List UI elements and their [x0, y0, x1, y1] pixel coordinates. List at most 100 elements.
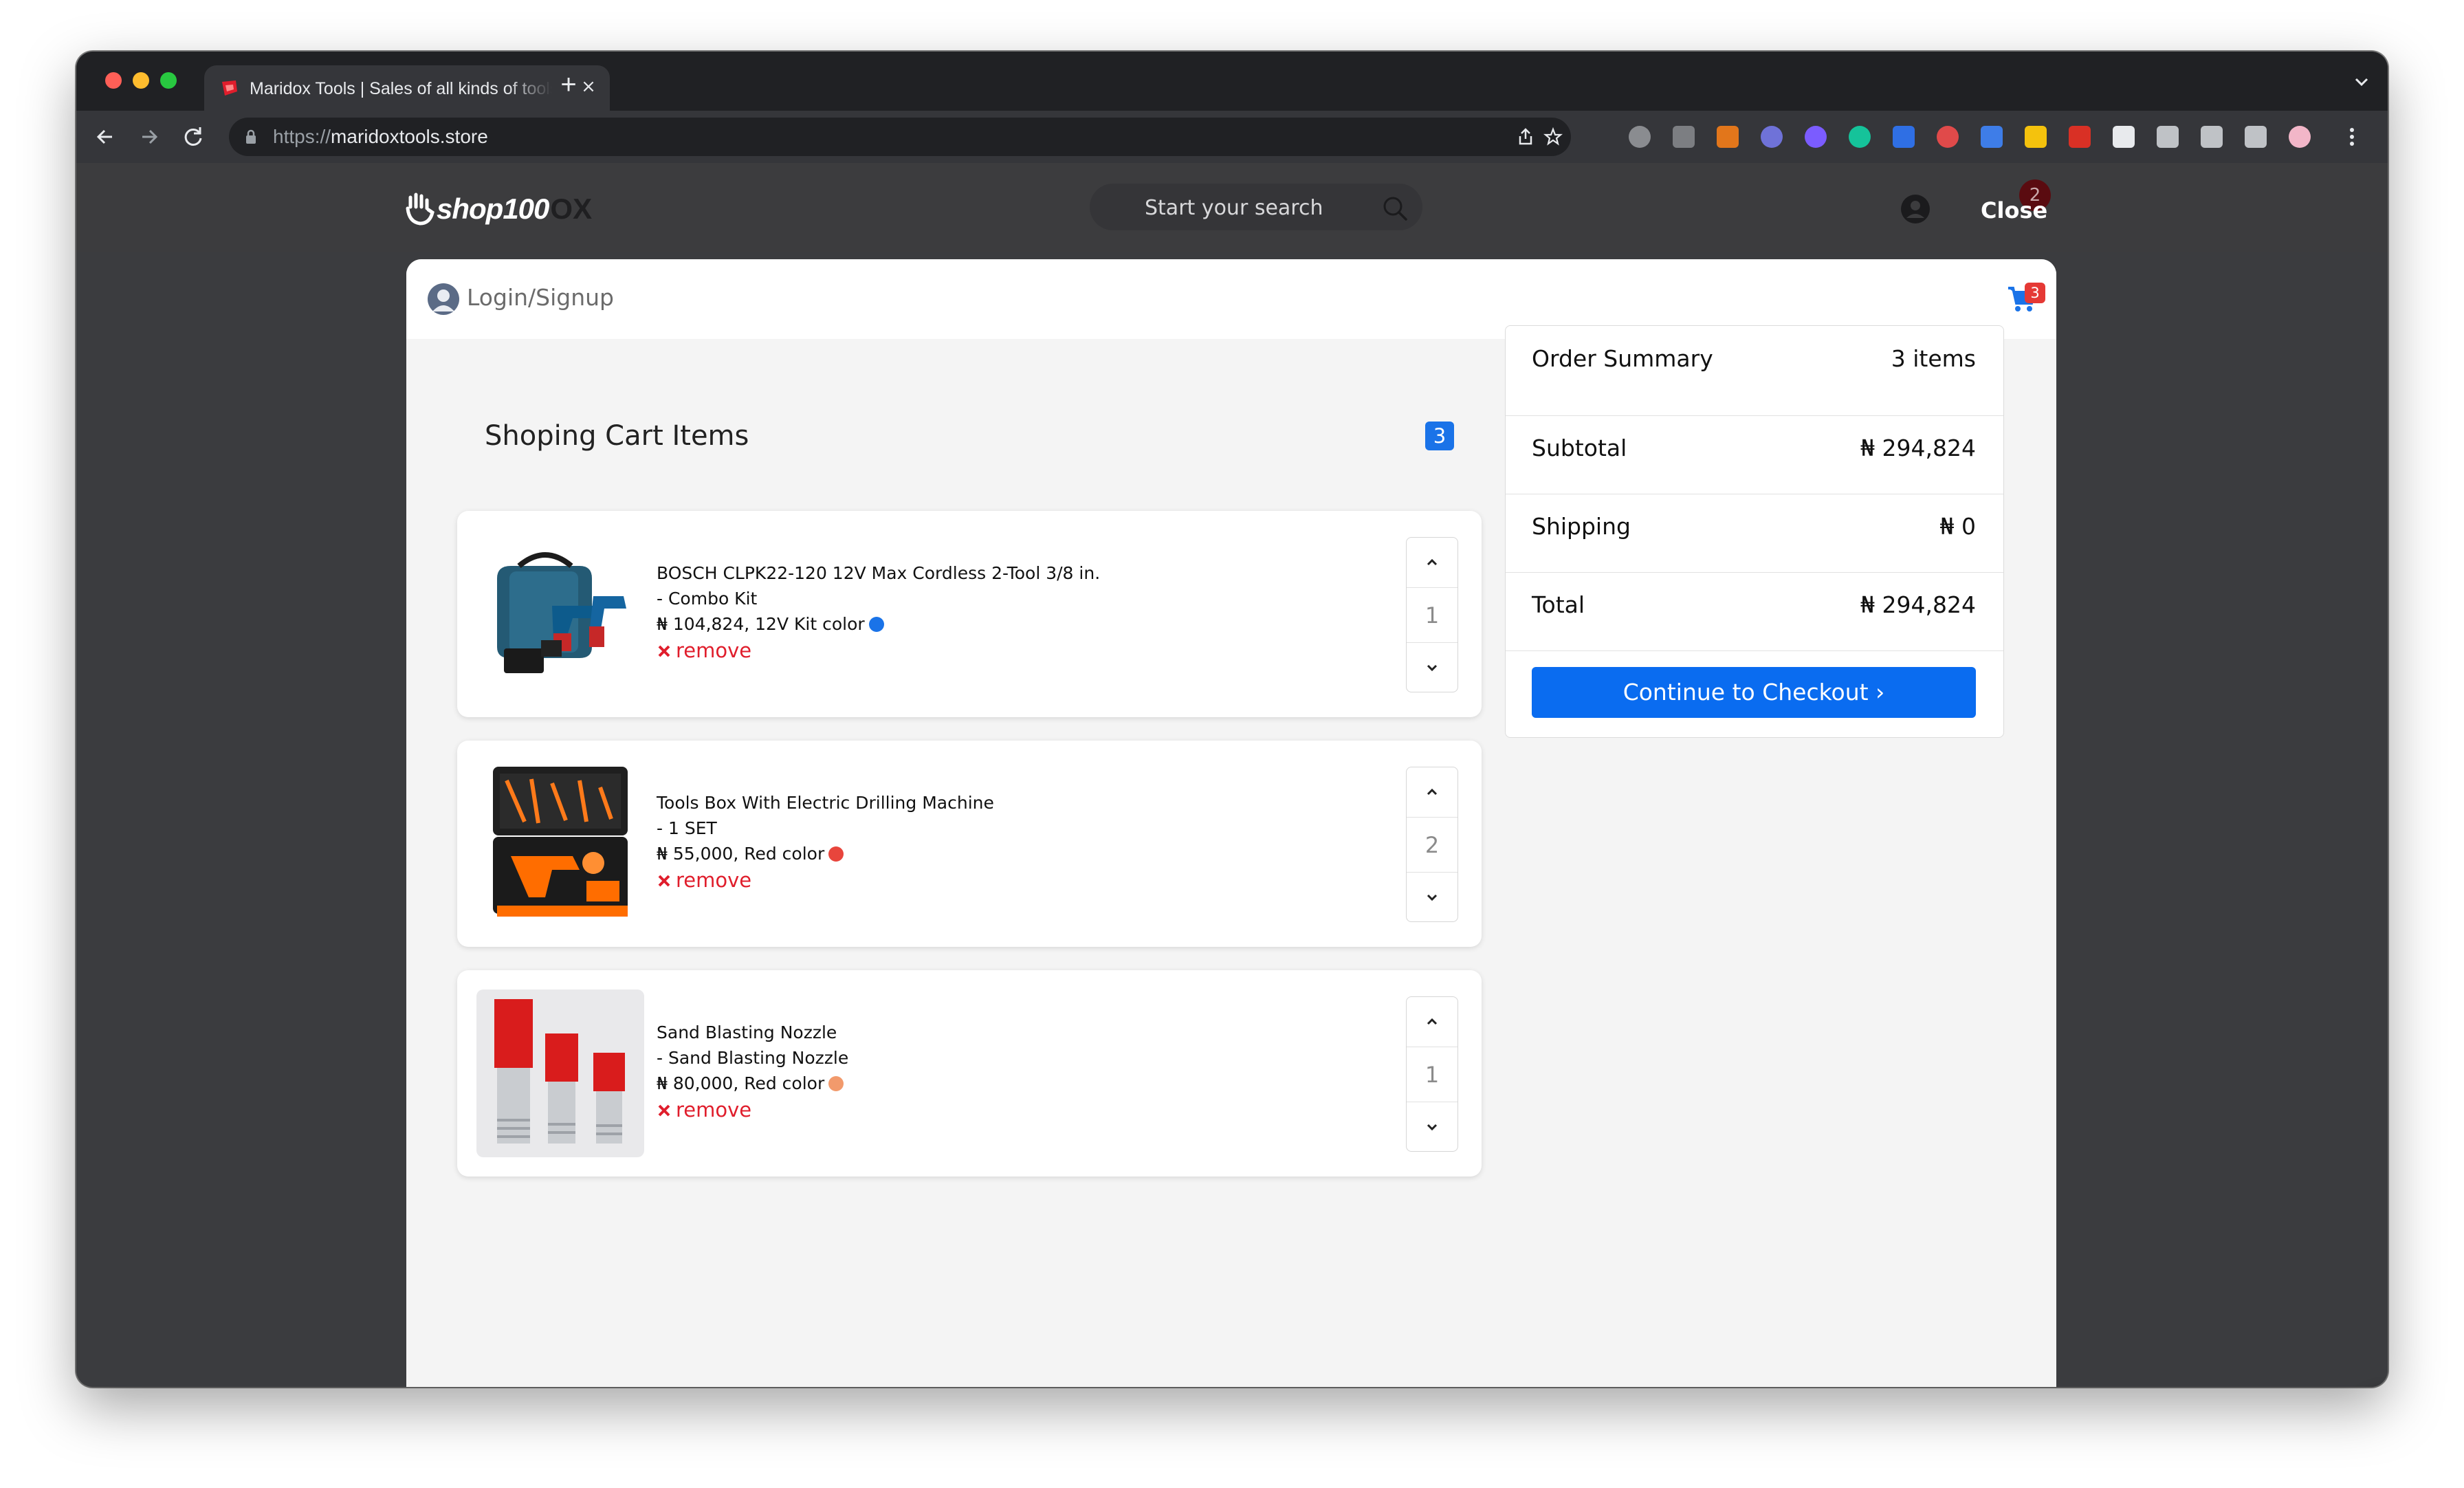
extension-g-icon[interactable] — [2069, 126, 2091, 148]
reload-icon[interactable] — [179, 123, 207, 151]
cart-panel: Login/Signup 3 Shoping Cart Items 3 BOSC… — [406, 259, 2056, 1387]
increase-quantity-button[interactable] — [1407, 767, 1458, 818]
increase-quantity-button[interactable] — [1407, 538, 1458, 588]
extension-bird-icon[interactable] — [1673, 126, 1695, 148]
side-panel-icon[interactable] — [2245, 126, 2267, 148]
extension-block-icon[interactable] — [1937, 126, 1959, 148]
item-name: BOSCH CLPK22-120 12V Max Cordless 2-Tool… — [657, 563, 1101, 583]
tab-search-chevron-icon[interactable] — [2352, 75, 2371, 89]
decrease-quantity-button[interactable] — [1407, 1102, 1458, 1151]
remove-x-icon — [658, 875, 670, 886]
total-row: Total ₦ 294,824 — [1506, 572, 2003, 651]
subtotal-row: Subtotal ₦ 294,824 — [1506, 415, 2003, 494]
shipping-label: Shipping — [1532, 513, 1631, 540]
browser-menu-icon[interactable] — [2338, 123, 2366, 151]
quantity-value[interactable]: 2 — [1407, 818, 1458, 872]
total-value: ₦ 294,824 — [1860, 591, 1976, 618]
account-icon[interactable] — [1900, 193, 1931, 225]
downloads-icon[interactable] — [2201, 126, 2223, 148]
chevron-down-icon — [1427, 894, 1438, 901]
item-details: BOSCH CLPK22-120 12V Max Cordless 2-Tool… — [657, 560, 1100, 664]
shipping-row: Shipping ₦ 0 — [1506, 494, 2003, 573]
extensions-puzzle-icon[interactable] — [2157, 126, 2179, 148]
site-favicon-icon — [222, 80, 237, 96]
profile-avatar[interactable] — [2289, 126, 2311, 148]
item-variant: - 1 SET — [657, 818, 717, 838]
tab-active[interactable]: Maridox Tools | Sales of all kinds of to… — [204, 65, 610, 111]
chevron-up-icon — [1427, 558, 1438, 566]
increase-quantity-button[interactable] — [1407, 997, 1458, 1047]
item-variant: - Sand Blasting Nozzle — [657, 1048, 849, 1068]
login-signup-link[interactable]: Login/Signup — [467, 284, 614, 311]
remove-x-icon — [658, 645, 670, 657]
maximize-window-button[interactable] — [160, 72, 177, 89]
search-icon[interactable] — [1381, 195, 1409, 222]
forward-arrow-icon[interactable] — [135, 123, 163, 151]
extension-triangle-icon[interactable] — [2025, 126, 2047, 148]
cart-items-count-badge: 3 — [1425, 422, 1454, 450]
extension-shield-icon[interactable] — [1893, 126, 1915, 148]
color-swatch — [828, 1076, 844, 1091]
cart-item: Tools Box With Electric Drilling Machine… — [457, 741, 1482, 947]
tab-strip: Maridox Tools | Sales of all kinds of to… — [76, 52, 2388, 111]
back-arrow-icon[interactable] — [91, 123, 119, 151]
cart-item: Sand Blasting Nozzle - Sand Blasting Noz… — [457, 970, 1482, 1177]
decrease-quantity-button[interactable] — [1407, 642, 1458, 692]
remove-item-button[interactable]: remove — [657, 868, 994, 893]
decrease-quantity-button[interactable] — [1407, 872, 1458, 921]
product-image-nozzle[interactable] — [476, 989, 644, 1157]
quantity-stepper: 1 — [1406, 537, 1458, 692]
shipping-value: ₦ 0 — [1939, 513, 1976, 540]
browser-window: Maridox Tools | Sales of all kinds of to… — [76, 52, 2388, 1387]
extension-cursor-icon[interactable] — [1981, 126, 2003, 148]
subtotal-label: Subtotal — [1532, 435, 1627, 461]
hand-logo-icon — [406, 193, 434, 226]
color-swatch — [828, 846, 844, 862]
new-tab-button[interactable]: + — [555, 71, 582, 98]
chevron-down-icon — [1427, 664, 1438, 672]
quantity-value[interactable]: 1 — [1407, 1048, 1458, 1102]
chevron-down-icon — [1427, 1124, 1438, 1131]
close-button[interactable]: Close — [1981, 197, 2047, 223]
user-avatar-icon[interactable] — [427, 283, 460, 316]
browser-toolbar: https://maridoxtools.store — [76, 111, 2388, 163]
cart-item: BOSCH CLPK22-120 12V Max Cordless 2-Tool… — [457, 511, 1482, 717]
checkout-button[interactable]: Continue to Checkout › — [1532, 667, 1976, 718]
extension-cloud-icon[interactable] — [1629, 126, 1651, 148]
item-price-line: ₦ 80,000, Red color — [657, 1071, 848, 1096]
item-price-line: ₦ 55,000, Red color — [657, 841, 994, 866]
site-header: shop100 OX Start your search 2 Close — [76, 163, 2388, 252]
extension-spark-icon[interactable] — [1805, 126, 1827, 148]
minimize-window-button[interactable] — [133, 72, 149, 89]
total-label: Total — [1532, 591, 1585, 618]
logo-suffix: OX — [550, 193, 593, 225]
color-swatch — [868, 617, 884, 632]
logo-text: shop100 — [437, 193, 549, 225]
order-summary: Order Summary 3 items Subtotal ₦ 294,824… — [1505, 325, 2004, 738]
quantity-stepper: 1 — [1406, 996, 1458, 1152]
site-logo[interactable]: shop100 OX — [405, 192, 592, 226]
share-icon[interactable] — [1516, 127, 1535, 146]
address-bar[interactable]: https://maridoxtools.store — [229, 118, 1571, 156]
chevron-up-icon — [1427, 788, 1438, 796]
qr-code-icon[interactable] — [2113, 126, 2135, 148]
url-text: https://maridoxtools.store — [273, 126, 488, 147]
close-window-button[interactable] — [105, 72, 122, 89]
search-placeholder: Start your search — [1145, 196, 1323, 220]
chat-widget-button[interactable] — [2346, 1386, 2388, 1387]
remove-item-button[interactable]: remove — [657, 1097, 848, 1123]
extension-circle-icon[interactable] — [1761, 126, 1783, 148]
item-details: Tools Box With Electric Drilling Machine… — [657, 790, 994, 893]
search-bar[interactable]: Start your search — [1090, 184, 1422, 230]
grammarly-icon[interactable] — [1849, 126, 1871, 148]
cart-count-badge: 3 — [2025, 283, 2045, 303]
metamask-icon[interactable] — [1717, 126, 1739, 148]
page-viewport: shop100 OX Start your search 2 Close Log… — [76, 163, 2388, 1387]
product-image-toolbox[interactable] — [476, 760, 644, 928]
remove-item-button[interactable]: remove — [657, 638, 1100, 664]
quantity-value[interactable]: 1 — [1407, 589, 1458, 642]
bookmark-star-icon[interactable] — [1543, 127, 1563, 146]
lock-icon[interactable] — [244, 129, 258, 145]
quantity-stepper: 2 — [1406, 767, 1458, 922]
product-image-bosch-kit[interactable] — [476, 530, 644, 698]
